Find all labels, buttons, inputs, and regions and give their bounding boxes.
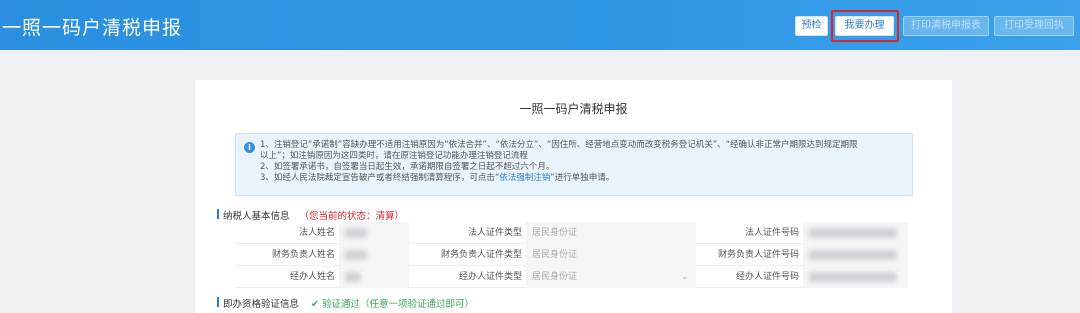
notice-line-4-prefix: 3、如经人民法院裁定宣告破产或者终结强制清算程序，可点击“ [260,173,500,183]
notice-line-4-suffix: ”进行单独申请。 [550,173,615,183]
top-header-bar: 一照一码户清税申报 预检 我要办理 打印清税申报表 打印受理回执 [0,0,1080,50]
preview-button[interactable]: 预检 [795,16,828,36]
info-icon: i [244,142,255,153]
notice-line-2: 以上”；如注销原因为这四类时，请在原注销登记功能办理注销登记流程 [260,151,528,161]
status-badge: （您当前的状态：清算） [299,211,405,222]
agent-name-field[interactable] [339,266,409,288]
notice-line-1: 1、注销登记“承诺制”容缺办理不适用注销原因为“依法合并”、“依法分立”、“因住… [260,140,858,150]
finance-id-number-field [803,244,908,266]
finance-id-number-label: 财务负责人证件号码 [717,250,799,260]
form-row-finance: 财务负责人姓名 财务负责人证件类型 居民身份证 财务负责人证件号码 [235,244,908,266]
highlight-outline [831,10,899,42]
legal-id-number-label: 法人证件号码 [744,228,799,238]
finance-id-type-field: 居民身份证 [526,244,696,266]
legal-id-type-field: 居民身份证 [526,222,696,244]
taxpayer-info-title: 纳税人基本信息 [223,211,290,222]
verification-heading: 即办资格验证信息 ✔ 验证通过（任意一项验证通过即可） [216,296,474,310]
finance-name-field [339,244,409,266]
notice-box: i 1、注销登记“承诺制”容缺办理不适用注销原因为“依法合并”、“依法分立”、“… [235,133,913,196]
finance-name-label: 财务负责人姓名 [271,250,335,260]
notice-line-4: 3、如经人民法院裁定宣告破产或者终结强制清算程序，可点击“依法强制注销”进行单独… [260,173,614,184]
notice-line-3: 2、如签署承诺书，自签署当日起生效，承诺期限自签署之日起不超过六个月。 [260,162,555,172]
finance-id-type-label: 财务负责人证件类型 [440,250,522,260]
verified-text: 验证通过（任意一项验证通过即可） [322,299,475,310]
page-title: 一照一码户清税申报 [2,17,183,39]
declaration-card: 一照一码户清税申报 i 1、注销登记“承诺制”容缺办理不适用注销原因为“依法合并… [195,80,952,313]
agent-id-type-select[interactable]: 居民身份证 ⌄ [526,266,696,288]
form-row-legal-person: 法人姓名 法人证件类型 居民身份证 法人证件号码 [235,222,908,244]
agent-id-number-label: 经办人证件号码 [735,272,799,282]
verified-status: ✔ 验证通过（任意一项验证通过即可） [311,299,474,310]
print-declaration-button: 打印清税申报表 [903,16,989,36]
verification-title: 即办资格验证信息 [223,299,300,310]
legal-name-field [339,222,409,244]
agent-id-type-label: 经办人证件类型 [458,272,522,282]
card-title: 一照一码户清税申报 [519,102,628,116]
legal-name-label: 法人姓名 [298,228,335,238]
chevron-down-icon: ⌄ [681,272,688,281]
legal-id-type-label: 法人证件类型 [467,228,522,238]
check-circle-icon: ✔ [311,299,322,310]
agent-id-type-value: 居民身份证 [532,272,578,282]
agent-id-number-field[interactable] [803,266,908,288]
agent-name-label: 经办人姓名 [289,272,335,282]
taxpayer-info-heading: 纳税人基本信息 （您当前的状态：清算） [216,208,405,222]
legal-id-number-field [803,222,908,244]
form-row-agent: 经办人姓名 经办人证件类型 居民身份证 ⌄ 经办人证件号码 [235,266,908,288]
forced-deregistration-link[interactable]: 依法强制注销 [499,173,550,183]
print-receipt-button: 打印受理回执 [994,16,1074,36]
